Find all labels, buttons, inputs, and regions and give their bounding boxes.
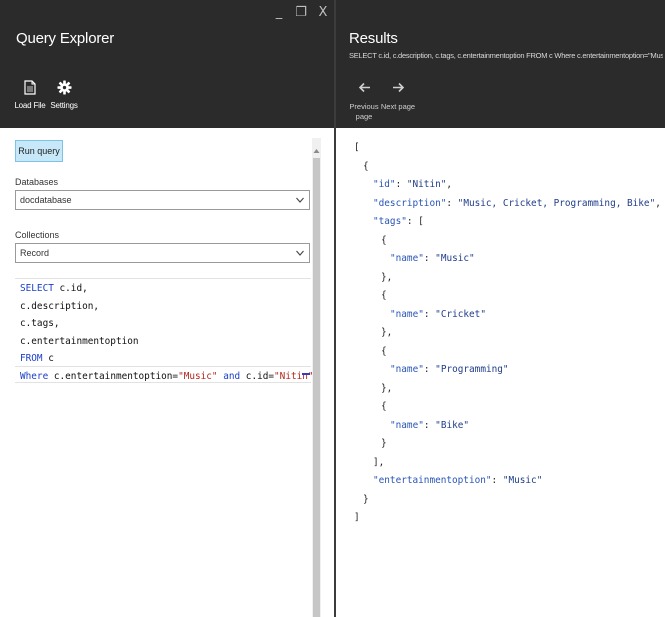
minimize-button[interactable]: _ xyxy=(272,6,286,20)
json-line: { xyxy=(381,346,387,357)
scrollbar-thumb[interactable] xyxy=(313,158,320,617)
json-line: "entertainmentoption": "Music" xyxy=(373,475,542,486)
window-controls: _ ❐ X xyxy=(272,6,330,20)
chevron-down-icon xyxy=(295,247,305,259)
json-line: "name": "Music" xyxy=(390,253,475,264)
collections-select[interactable]: Record xyxy=(15,243,310,263)
query-line: c.entertainmentoption xyxy=(20,333,139,350)
blade-title: Query Explorer xyxy=(16,30,114,47)
databases-select[interactable]: docdatabase xyxy=(15,190,310,210)
databases-label: Databases xyxy=(15,177,58,187)
json-line: ], xyxy=(373,457,384,468)
query-line: c.description, xyxy=(20,298,99,315)
overview-ruler-marker xyxy=(302,373,310,375)
json-line: "name": "Cricket" xyxy=(390,309,486,320)
query-editor[interactable]: SELECT c.id, c.description, c.tags, c.en… xyxy=(15,278,311,391)
settings-label: Settings xyxy=(50,101,77,110)
json-line: { xyxy=(381,290,387,301)
databases-value: docdatabase xyxy=(20,195,72,205)
restore-button[interactable]: ❐ xyxy=(294,6,308,20)
vertical-scrollbar[interactable] xyxy=(312,138,321,617)
json-line: }, xyxy=(381,272,392,283)
json-line: [ xyxy=(354,142,360,153)
json-line: "id": "Nitin", xyxy=(373,179,452,190)
arrow-right-icon xyxy=(392,80,405,98)
query-line: FROM c xyxy=(20,350,54,367)
results-json: [ { "id": "Nitin", "description": "Music… xyxy=(336,128,665,617)
file-icon xyxy=(21,78,39,96)
arrow-left-icon xyxy=(358,80,371,98)
chevron-down-icon xyxy=(295,194,305,206)
settings-button[interactable]: Settings xyxy=(44,78,84,110)
json-line: "description": "Music, Cricket, Programm… xyxy=(373,198,661,209)
run-query-button[interactable]: Run query xyxy=(15,140,63,162)
load-file-label: Load File xyxy=(14,101,45,110)
collections-value: Record xyxy=(20,248,49,258)
query-line: c.tags, xyxy=(20,315,60,332)
query-line: Where c.entertainmentoption="Music" and … xyxy=(20,368,314,385)
json-line: }, xyxy=(381,383,392,394)
results-header: Results SELECT c.id, c.description, c.ta… xyxy=(336,0,665,128)
close-button[interactable]: X xyxy=(316,6,330,20)
json-line: "name": "Bike" xyxy=(390,420,469,431)
query-explorer-content: Run query Databases docdatabase Collecti… xyxy=(0,128,334,617)
query-line: SELECT c.id, xyxy=(20,280,88,297)
json-line: "name": "Programming" xyxy=(390,364,509,375)
json-line: "tags": [ xyxy=(373,216,424,227)
next-page-label: Next page xyxy=(381,102,415,112)
json-line: } xyxy=(381,438,387,449)
collections-label: Collections xyxy=(15,230,59,240)
gear-icon xyxy=(55,78,73,96)
next-page-button[interactable]: Next page xyxy=(378,80,418,112)
query-explorer-header: _ ❐ X Query Explorer Load File Settings xyxy=(0,0,334,128)
json-line: ] xyxy=(354,512,360,523)
json-line: { xyxy=(381,235,387,246)
results-title: Results xyxy=(349,30,398,47)
scroll-up-icon[interactable] xyxy=(313,142,320,150)
json-line: }, xyxy=(381,327,392,338)
query-explorer-blade: _ ❐ X Query Explorer Load File Settings … xyxy=(0,0,334,617)
json-line: { xyxy=(381,401,387,412)
results-subtitle: SELECT c.id, c.description, c.tags, c.en… xyxy=(349,51,663,60)
json-line: } xyxy=(363,494,369,505)
json-line: { xyxy=(363,161,369,172)
